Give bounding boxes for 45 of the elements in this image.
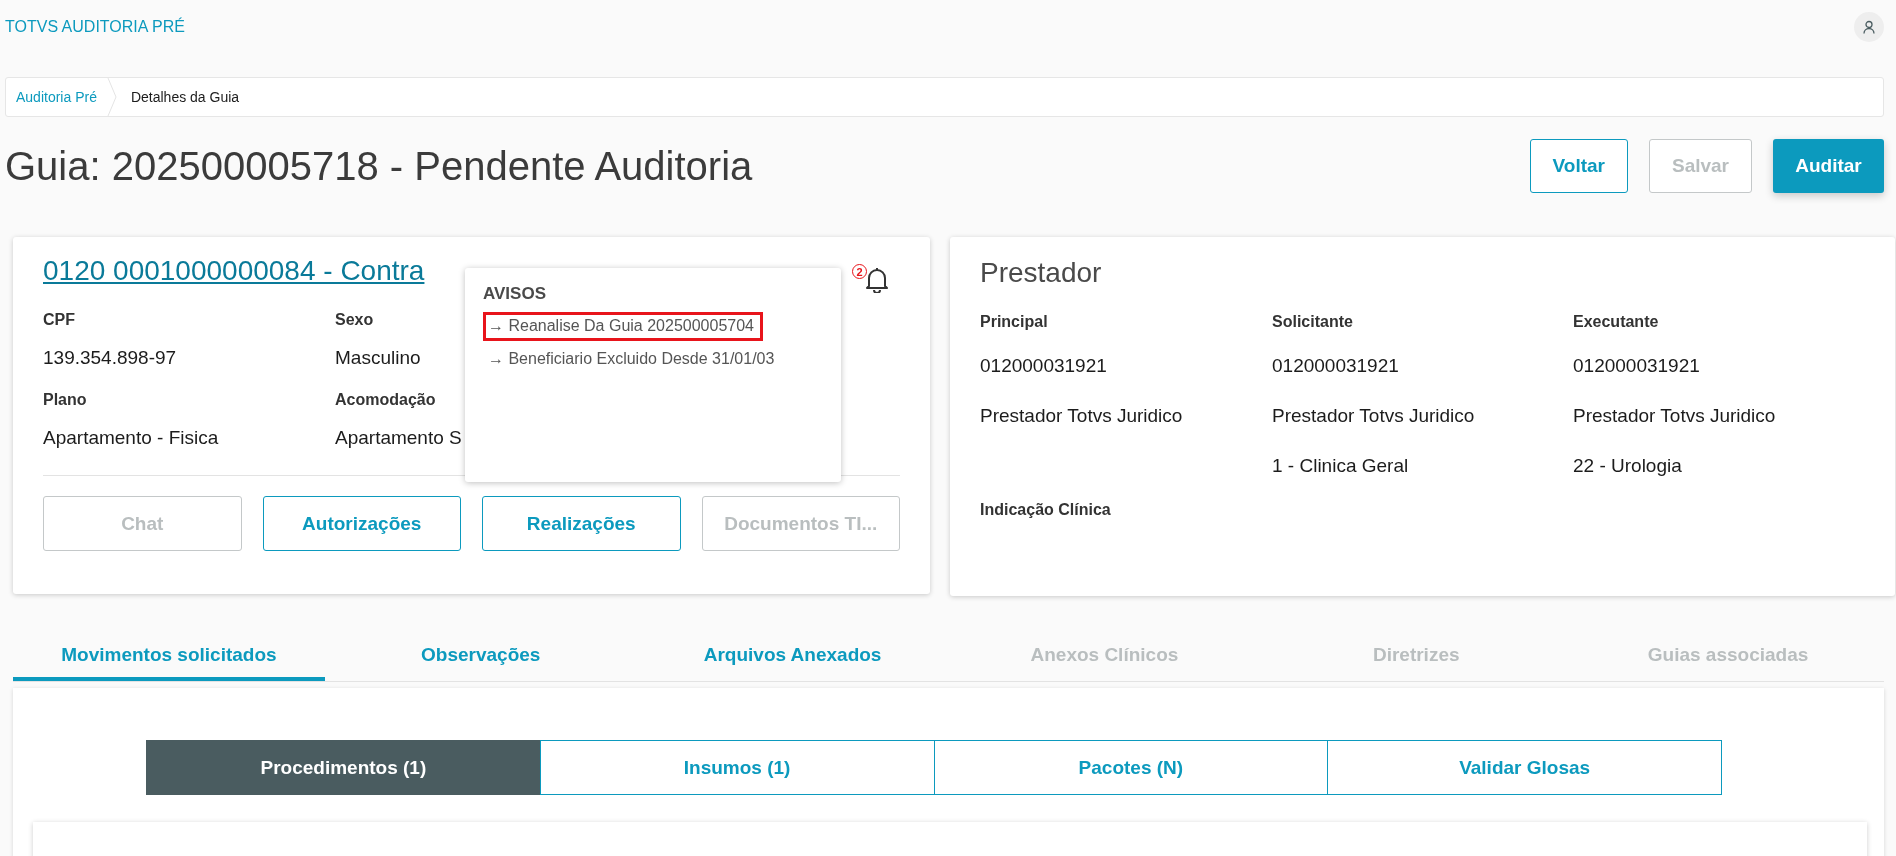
bell-icon	[865, 267, 889, 293]
field-value: Prestador Totvs Juridico	[1573, 404, 1776, 428]
breadcrumb-current: Detalhes da Guia	[129, 89, 241, 105]
field-label: Indicação Clínica	[980, 500, 1111, 520]
card-title: Prestador	[980, 257, 1103, 289]
alert-item[interactable]: → Reanalise Da Guia 202500005704	[483, 312, 763, 341]
field-label: Acomodação	[335, 390, 436, 410]
field-value: 139.354.898-97	[43, 346, 177, 370]
field-label: Plano	[43, 390, 87, 410]
segment-tab[interactable]: Procedimentos (1)	[146, 740, 541, 795]
breadcrumb-link[interactable]: Auditoria Pré	[6, 89, 107, 105]
field-label: Solicitante	[1272, 312, 1353, 332]
app-title: TOTVS AUDITORIA PRÉ	[5, 18, 185, 36]
field-value: 012000031921	[1573, 354, 1700, 378]
field-value: 012000031921	[1272, 354, 1399, 378]
tab[interactable]: Observações	[324, 632, 637, 681]
notification-badge: 2	[852, 264, 867, 279]
beneficiary-link[interactable]: 0120 0001000000084 - Contra	[43, 255, 425, 287]
notification-button[interactable]	[865, 267, 889, 293]
segment-tab[interactable]: Pacotes (N)	[933, 740, 1329, 795]
card-button[interactable]: Autorizações	[262, 496, 461, 551]
user-button[interactable]	[1854, 12, 1884, 42]
page-title: Guia: 202500005718 - Pendente Auditoria	[5, 143, 753, 189]
field-value: Prestador Totvs Juridico	[980, 404, 1183, 428]
card-button[interactable]: Realizações	[482, 496, 681, 551]
field-label: CPF	[43, 310, 75, 330]
field-label: Executante	[1573, 312, 1659, 332]
action-button[interactable]: Auditar	[1773, 139, 1884, 193]
popup-title: AVISOS	[483, 284, 546, 304]
field-value: 22 - Urologia	[1573, 454, 1682, 478]
segment-tab[interactable]: Validar Glosas	[1327, 740, 1722, 795]
tab[interactable]: Movimentos solicitados	[13, 632, 325, 681]
field-value: 1 - Clinica Geral	[1272, 454, 1409, 478]
field-label: Principal	[980, 312, 1048, 332]
field-value: Apartamento S	[335, 426, 462, 450]
field-value: Prestador Totvs Juridico	[1272, 404, 1475, 428]
alert-item[interactable]: → Beneficiario Excluido Desde 31/01/03	[483, 345, 784, 374]
segment-tab[interactable]: Insumos (1)	[539, 740, 935, 795]
tab[interactable]: Arquivos Anexados	[636, 632, 949, 681]
field-value: 012000031921	[980, 354, 1107, 378]
field-value: Masculino	[335, 346, 421, 370]
field-label: Sexo	[335, 310, 374, 330]
action-button[interactable]: Voltar	[1529, 139, 1628, 193]
field-value: Apartamento - Fisica	[43, 426, 219, 450]
user-icon	[1862, 20, 1876, 34]
